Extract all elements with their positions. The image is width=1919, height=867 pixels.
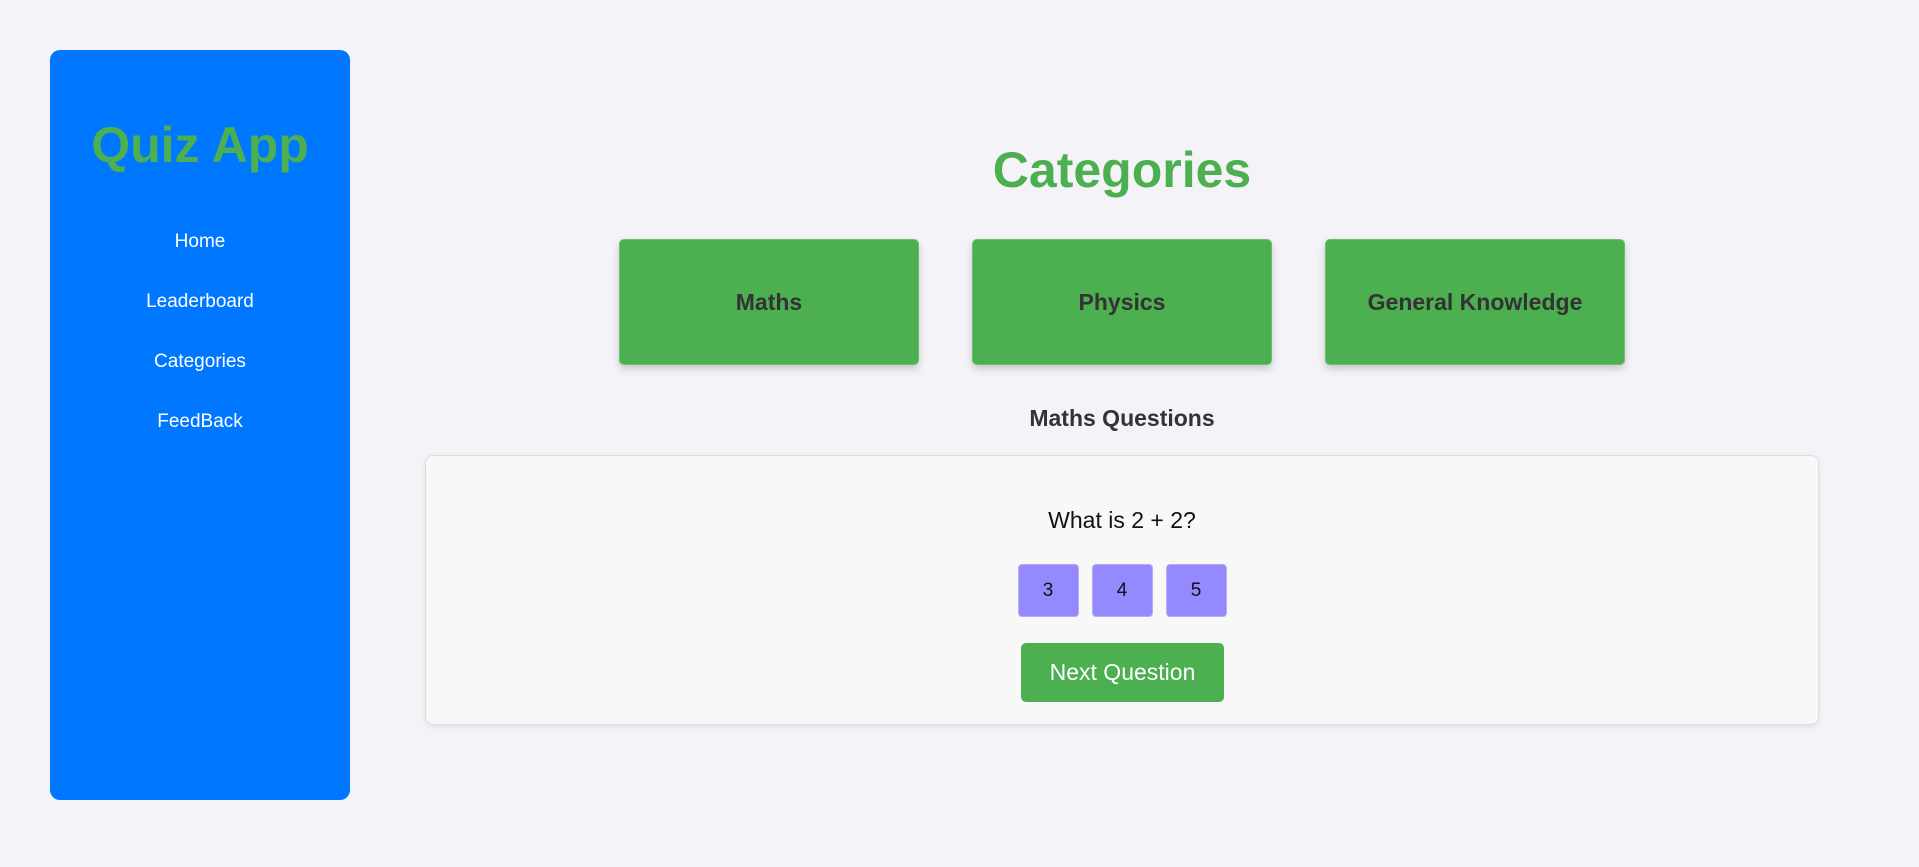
sidebar-item-home[interactable]: Home — [50, 227, 350, 287]
sidebar-nav: Home Leaderboard Categories FeedBack — [50, 227, 350, 467]
category-list: Maths Physics General Knowledge — [619, 239, 1625, 365]
questions-section-title: Maths Questions — [1029, 405, 1215, 431]
question-card: What is 2 + 2? 3 4 5 Next Question — [425, 455, 1819, 725]
question-text: What is 2 + 2? — [1048, 507, 1196, 533]
answer-option-button[interactable]: 5 — [1165, 564, 1227, 617]
sidebar-item-categories[interactable]: Categories — [50, 347, 350, 407]
sidebar-item-feedback[interactable]: FeedBack — [50, 407, 350, 467]
category-card-general-knowledge[interactable]: General Knowledge — [1325, 239, 1625, 365]
app-title: Quiz App — [91, 117, 309, 173]
sidebar-item-leaderboard[interactable]: Leaderboard — [50, 287, 350, 347]
category-card-maths[interactable]: Maths — [619, 239, 919, 365]
page-title: Categories — [992, 142, 1252, 198]
sidebar: Quiz App Home Leaderboard Categories Fee… — [50, 50, 350, 800]
next-question-button[interactable]: Next Question — [1021, 643, 1224, 702]
main-content: Categories Maths Physics General Knowled… — [425, 0, 1819, 867]
answer-option-button[interactable]: 4 — [1091, 564, 1153, 617]
answer-option-button[interactable]: 3 — [1017, 564, 1079, 617]
answer-options: 3 4 5 — [426, 564, 1818, 617]
category-card-physics[interactable]: Physics — [972, 239, 1272, 365]
